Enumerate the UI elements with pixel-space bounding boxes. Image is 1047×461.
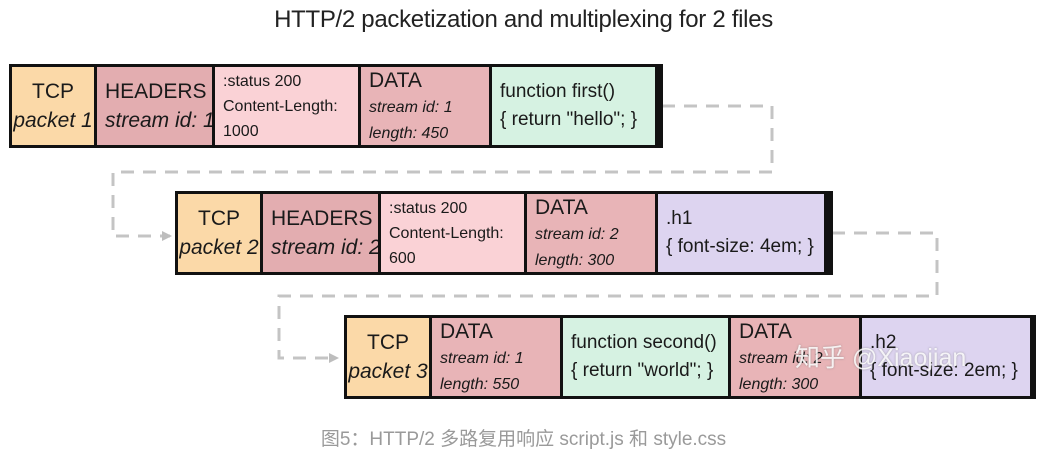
headers-payload-1: :status 200 Content-Length: 1000 bbox=[215, 67, 358, 145]
payload-line-1: .h1 bbox=[666, 208, 693, 229]
data-frame-1: DATA stream id: 1 length: 450 bbox=[361, 67, 489, 145]
payload-line-2: { return "world"; } bbox=[571, 360, 714, 381]
headers-stream-id: stream id: 2 bbox=[271, 236, 378, 259]
tcp-packet-label: packet 2 bbox=[179, 236, 259, 259]
tcp-segment-3: TCP packet 3 bbox=[347, 318, 429, 396]
payload-line-1: function second() bbox=[571, 332, 717, 353]
content-length-value: 1000 bbox=[223, 122, 259, 140]
data-length: length: 450 bbox=[369, 124, 449, 142]
headers-payload-2: :status 200 Content-Length: 600 bbox=[381, 194, 524, 272]
tcp-label: TCP bbox=[367, 331, 409, 354]
data-label: DATA bbox=[535, 195, 588, 219]
data-length: length: 300 bbox=[739, 375, 819, 393]
packet-1-row: TCP packet 1 HEADERS stream id: 1 :statu… bbox=[9, 64, 663, 148]
js-payload-1: function first() { return "hello"; } bbox=[492, 67, 655, 145]
content-length-label: Content-Length: bbox=[223, 97, 338, 115]
headers-label: HEADERS bbox=[105, 80, 207, 103]
headers-stream-id: stream id: 1 bbox=[105, 109, 212, 132]
tcp-packet-label: packet 1 bbox=[13, 109, 93, 132]
status-line: :status 200 bbox=[223, 72, 302, 90]
headers-frame-1: HEADERS stream id: 1 bbox=[97, 67, 212, 145]
payload-line-2: { font-size: 4em; } bbox=[666, 236, 814, 257]
watermark-text: 知乎 @Xiaojian bbox=[795, 344, 967, 372]
figure-caption: 图5：HTTP/2 多路复用响应 script.js 和 style.css bbox=[320, 429, 727, 450]
payload-line-1: function first() bbox=[500, 81, 616, 102]
data-stream-id: stream id: 2 bbox=[535, 225, 619, 243]
data-label: DATA bbox=[369, 68, 422, 92]
content-length-value: 600 bbox=[389, 249, 416, 267]
headers-frame-2: HEADERS stream id: 2 bbox=[263, 194, 378, 272]
payload-line-2: { return "hello"; } bbox=[500, 109, 638, 130]
content-length-label: Content-Length: bbox=[389, 224, 504, 242]
js-payload-2: function second() { return "world"; } bbox=[563, 318, 728, 396]
data-frame-2: DATA stream id: 2 length: 300 bbox=[527, 194, 655, 272]
headers-label: HEADERS bbox=[271, 207, 373, 230]
status-line: :status 200 bbox=[389, 199, 468, 217]
packet-2-row: TCP packet 2 HEADERS stream id: 2 :statu… bbox=[175, 191, 833, 275]
data-length: length: 300 bbox=[535, 251, 615, 269]
tcp-label: TCP bbox=[32, 80, 74, 103]
tcp-segment-2: TCP packet 2 bbox=[178, 194, 260, 272]
data-label: DATA bbox=[440, 319, 493, 343]
data-stream-id: stream id: 1 bbox=[369, 98, 453, 116]
tcp-label: TCP bbox=[198, 207, 240, 230]
data-length: length: 550 bbox=[440, 375, 520, 393]
data-stream-id: stream id: 1 bbox=[440, 349, 524, 367]
data-frame-3a: DATA stream id: 1 length: 550 bbox=[432, 318, 560, 396]
css-payload-1: .h1 { font-size: 4em; } bbox=[658, 194, 824, 272]
tcp-packet-label: packet 3 bbox=[348, 360, 428, 383]
tcp-segment-1: TCP packet 1 bbox=[12, 67, 94, 145]
